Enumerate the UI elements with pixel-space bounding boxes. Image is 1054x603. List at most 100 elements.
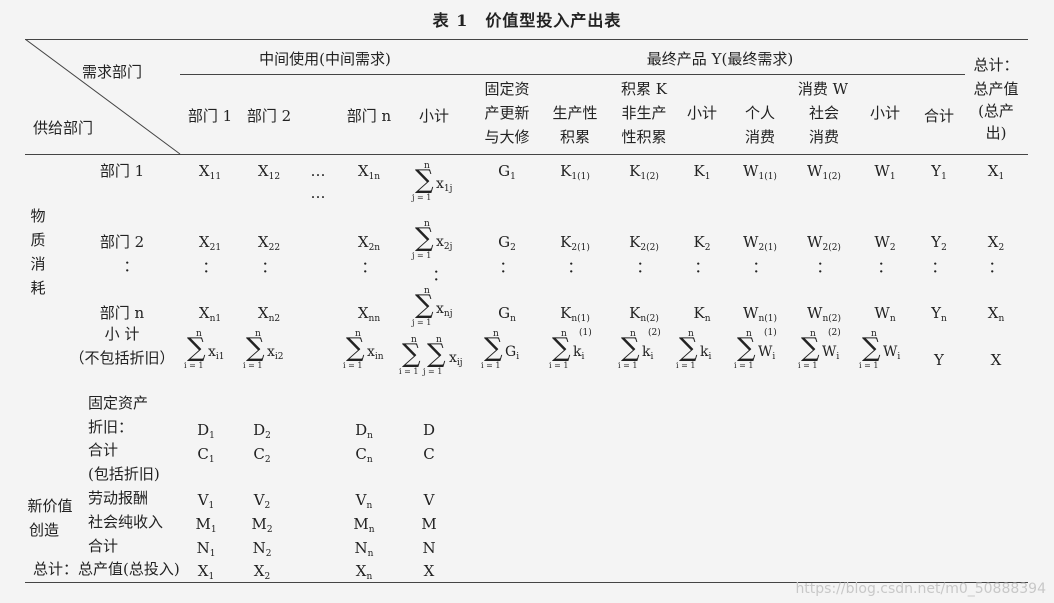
cell-x22: X22 (257, 233, 281, 253)
cell-sum-xnj: n ∑ j = 1 xnj (412, 286, 453, 328)
cell-x1n: X1n (357, 162, 381, 182)
vdots-c2: ： (261, 258, 277, 276)
header-total-3: (总产 (978, 102, 1014, 120)
row-net: 社会纯收入 (88, 513, 164, 531)
cell-x-total: X (990, 351, 1002, 369)
vdots-w: ： (877, 258, 893, 276)
row-material-1: 物 (30, 207, 46, 225)
vdots-sub: ： (432, 266, 448, 284)
row-nsum: 合计 (88, 537, 119, 555)
col-deptn: 部门 n (346, 107, 392, 125)
row-subtotal-1: 小 计 (104, 325, 140, 343)
cell-w12: W1(2) (807, 162, 841, 182)
cell-sum-ki2: n ∑ i = 1 (2) ki (618, 328, 661, 370)
cell-xn2: Xn2 (257, 304, 281, 324)
cell-sum-ki: n ∑ i = 1 ki (676, 329, 712, 371)
watermark: https://blog.csdn.net/m0_50888394 (795, 581, 1046, 597)
col-nonprod-1: 非生产 (621, 104, 667, 122)
cell-k12: K1(2) (629, 162, 659, 182)
cell-g1: G1 (498, 162, 516, 182)
cell-sum-xi2: n ∑ i = 1 xi2 (243, 329, 284, 371)
cell-dots-1: … (310, 162, 326, 180)
vdots-g: ： (499, 258, 515, 276)
cell-c1: C1 (197, 445, 215, 465)
header-intermediate: 中间使用(中间需求) (259, 50, 391, 68)
col-personal-2: 消费 (744, 128, 776, 146)
cell-w2: W2 (874, 233, 896, 253)
vdots-k2: ： (636, 258, 652, 276)
cell-sum-wi: n ∑ i = 1 Wi (859, 329, 901, 371)
cell-xn1: Xn1 (198, 304, 222, 324)
cell-gx1: X1 (197, 562, 215, 582)
cell-w11: W1(1) (743, 162, 777, 182)
cell-c: C (423, 445, 435, 463)
col-subtotal: 小计 (418, 107, 450, 125)
cell-vn: Vn (355, 491, 373, 511)
cell-g2: G2 (498, 233, 516, 253)
row-newvalue-2: 创造 (28, 521, 60, 539)
cell-mn: Mn (353, 515, 375, 535)
col-personal-1: 个人 (744, 104, 776, 122)
cell-kn: Kn (693, 304, 711, 324)
row-depr-2: 折旧： (88, 418, 134, 436)
row-total-dep-1: 合计 (88, 441, 119, 459)
row-depr-1: 固定资产 (88, 394, 149, 412)
col-fixed-3: 与大修 (484, 128, 530, 146)
cell-y-total: Y (934, 351, 944, 369)
cell-x2n: X2n (357, 233, 381, 253)
diagonal-header-line (25, 39, 181, 155)
cell-x11: X11 (198, 162, 222, 182)
cell-k11: K1(1) (560, 162, 590, 182)
cell-dots-2: … (310, 184, 326, 202)
cell-w22: W2(2) (807, 233, 841, 253)
col-dept1: 部门 1 (187, 107, 233, 125)
cell-sum-wi2: n ∑ i = 1 (2) Wi (798, 328, 841, 370)
cell-d2: D2 (253, 421, 271, 441)
row-newvalue-1: 新价值 (27, 497, 73, 515)
row-grand: 总计：总产值(总投入) (33, 560, 180, 578)
cell-cn: Cn (355, 445, 373, 465)
cell-m2: M2 (251, 515, 273, 535)
cell-c2: C2 (253, 445, 271, 465)
col-dept2: 部门 2 (246, 107, 292, 125)
cell-kn2: Kn(2) (629, 304, 659, 324)
cell-d1: D1 (197, 421, 215, 441)
cell-gx: X (423, 562, 435, 580)
cell-w21: W2(1) (743, 233, 777, 253)
cell-nn: Nn (354, 539, 374, 559)
table-title: 表 1 价值型投入产出表 (432, 11, 622, 30)
header-total-4: 出) (985, 124, 1007, 142)
cell-m: M (421, 515, 437, 533)
vdots-w2: ： (816, 258, 832, 276)
cell-x2: X2 (987, 233, 1005, 253)
cell-k2: K2 (693, 233, 711, 253)
col-consume: 消费 W (797, 80, 849, 98)
cell-sum-xij: n ∑ i = 1 n ∑ j = 1 xij (399, 335, 463, 377)
cell-sum-gi: n ∑ i = 1 Gi (481, 329, 520, 371)
cell-m1: M1 (195, 515, 217, 535)
cell-x12: X12 (257, 162, 281, 182)
cell-gxn: Xn (355, 562, 373, 582)
col-accum-sub: 小计 (686, 104, 718, 122)
cell-k1: K1 (693, 162, 711, 182)
cell-sum-xin: n ∑ i = 1 xin (343, 329, 384, 371)
cell-wn: Wn (874, 304, 896, 324)
row-material-2: 质 (30, 231, 46, 249)
row-labor: 劳动报酬 (88, 489, 149, 507)
cell-w1: W1 (874, 162, 896, 182)
cell-n2: N2 (252, 539, 272, 559)
cell-yn: Yn (931, 304, 947, 324)
vdots-c1: ： (202, 258, 218, 276)
col-social-1: 社会 (808, 104, 840, 122)
col-accum: 积累 K (621, 80, 667, 98)
cell-sum-x1j: n ∑ j = 1 x1j (412, 161, 453, 203)
cell-xn: Xn (987, 304, 1005, 324)
col-fixed-1: 固定资 (484, 80, 530, 98)
row-total-dep-2: (包括折旧) (88, 465, 160, 483)
vdots-y: ： (931, 258, 947, 276)
cell-xnn: Xnn (357, 304, 381, 324)
row-colon: ： (123, 257, 139, 275)
row-material-4: 耗 (30, 279, 46, 297)
col-social-2: 消费 (808, 128, 840, 146)
cell-kn1: Kn(1) (560, 304, 590, 324)
